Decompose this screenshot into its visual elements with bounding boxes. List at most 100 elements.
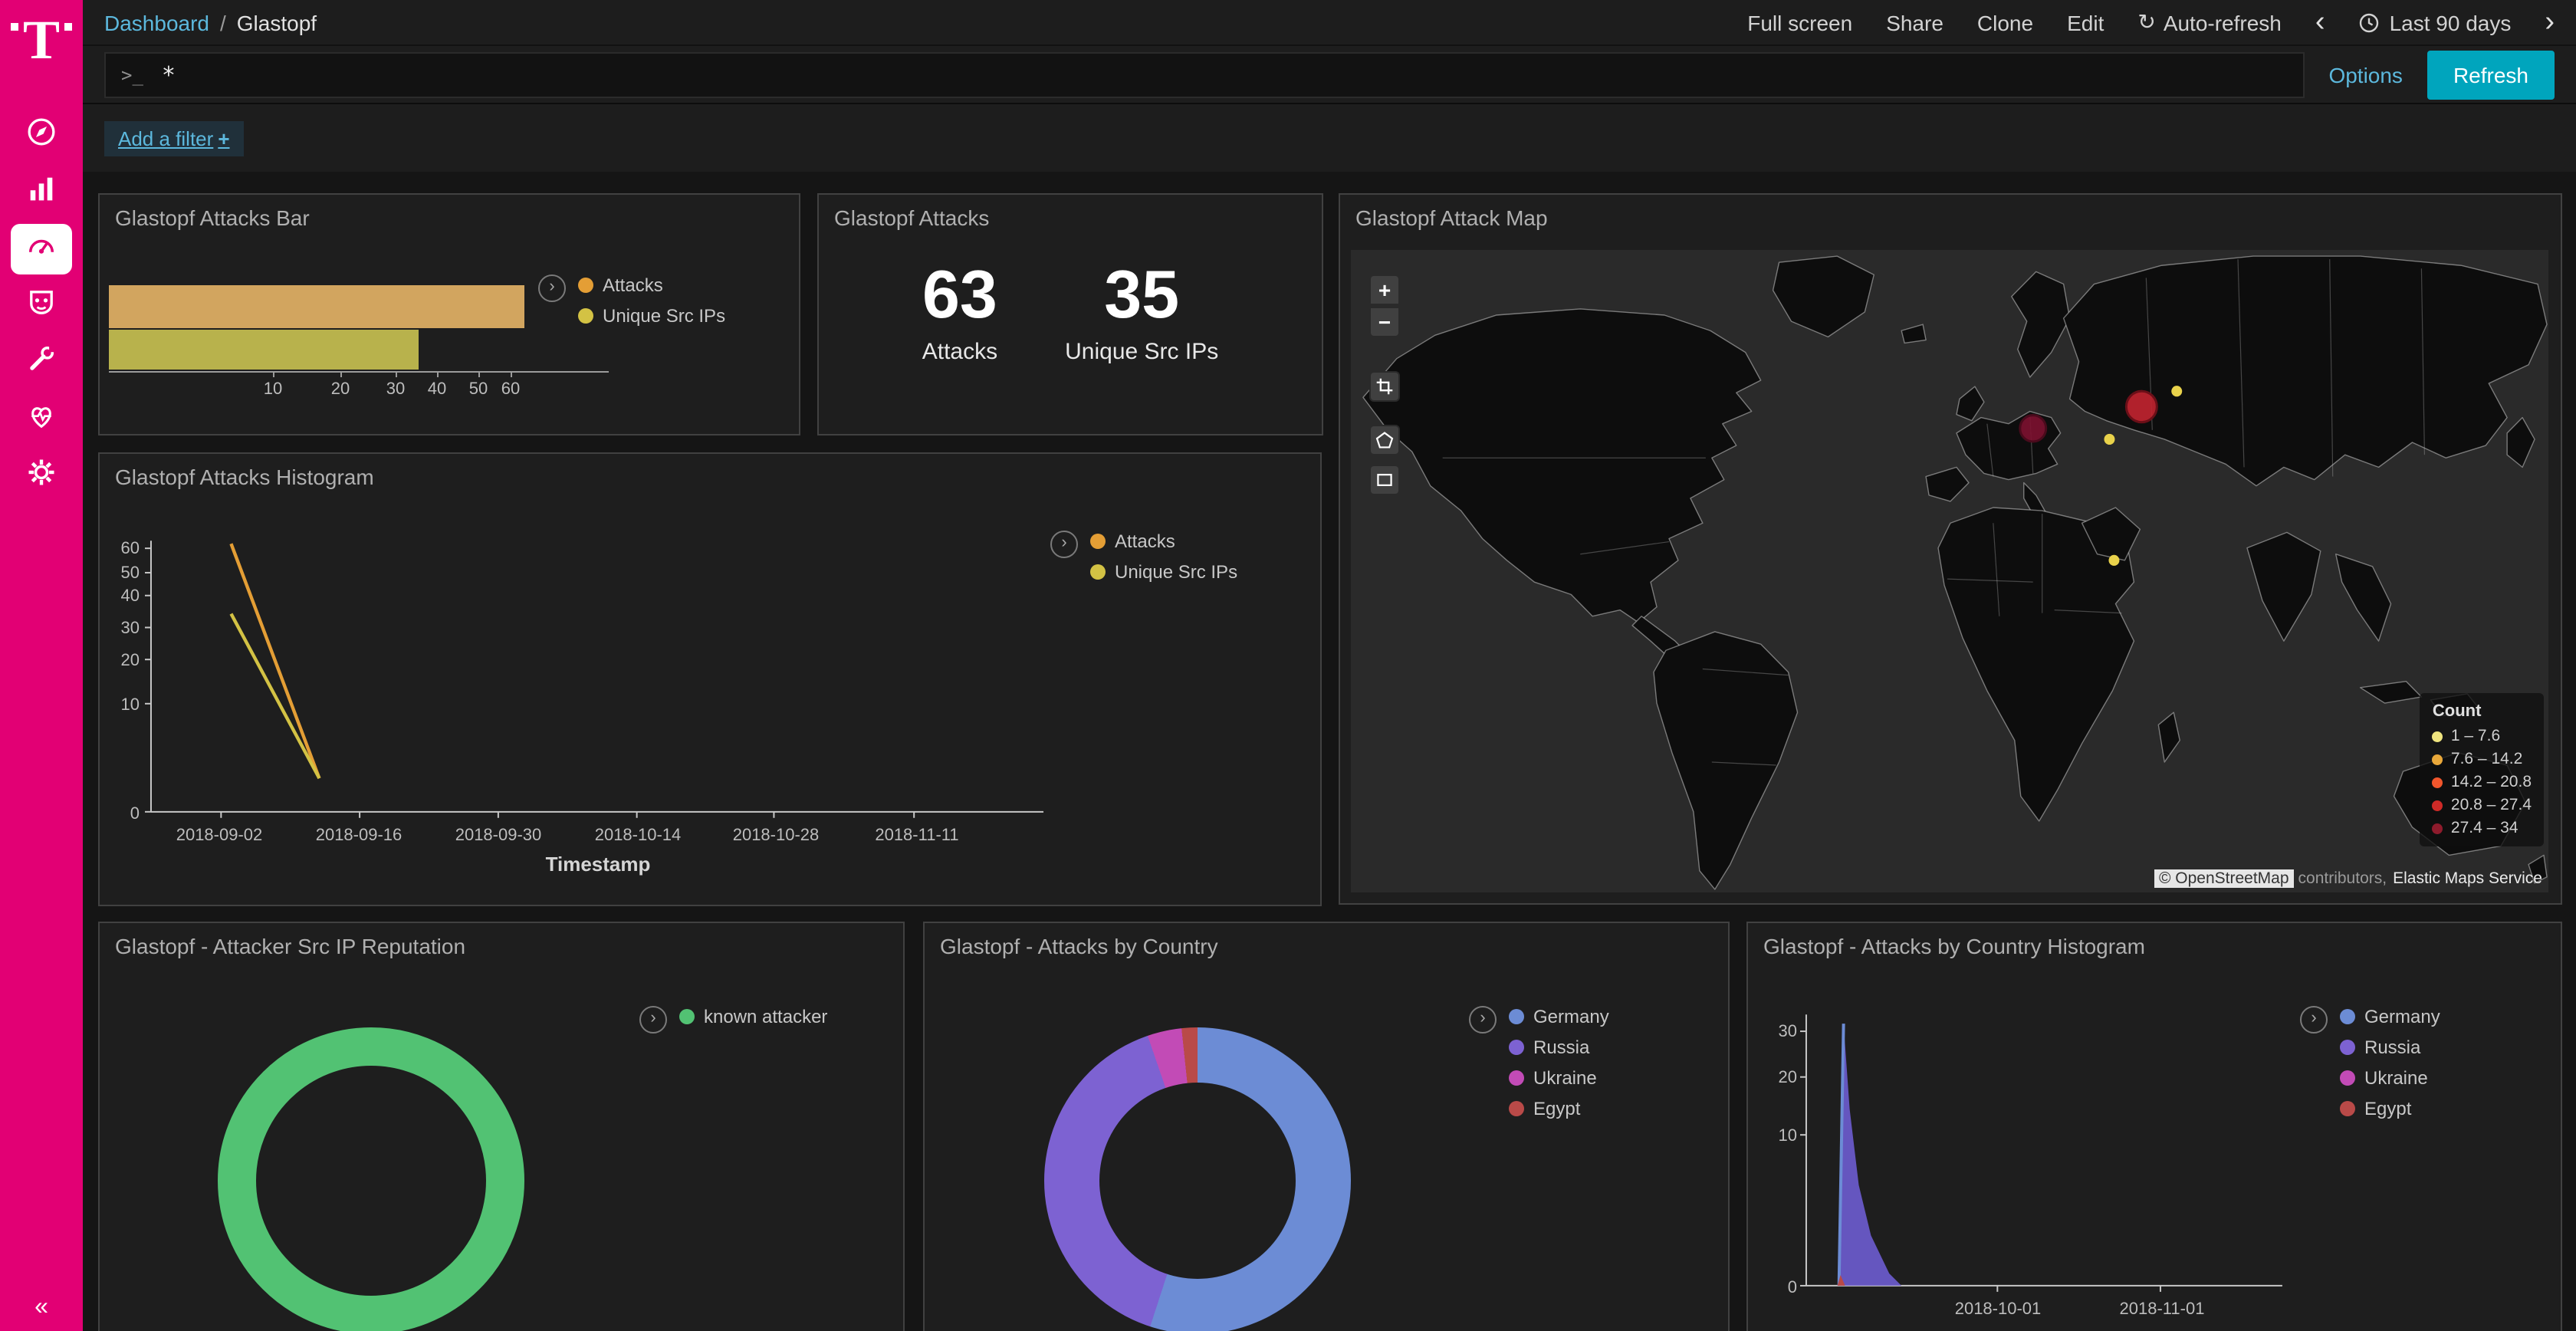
legend-item-ukraine[interactable]: Ukraine [2340, 1067, 2440, 1089]
sidebar-item-visualize[interactable] [11, 167, 72, 218]
telekom-logo[interactable]: T [11, 12, 72, 86]
panel-src-ip-reputation: Glastopf - Attacker Src IP Reputation › … [98, 922, 905, 1331]
breadcrumb-dashboard-link[interactable]: Dashboard [104, 10, 209, 35]
metric-label: Attacks [922, 339, 997, 365]
query-bar: >_ * Options Refresh [83, 46, 2576, 104]
crop-tool-button[interactable] [1369, 371, 1400, 402]
panel-title: Glastopf - Attacks by Country [925, 923, 1728, 969]
time-range-picker[interactable]: Last 90 days [2359, 10, 2512, 35]
x-tick-label: 2018-10-28 [715, 827, 837, 845]
sidebar-nav [11, 110, 72, 501]
share-button[interactable]: Share [1886, 10, 1944, 35]
legend-toggle-icon[interactable]: › [538, 274, 566, 302]
legend-dot [679, 1009, 695, 1024]
madagascar [2158, 712, 2180, 762]
query-prompt-icon: >_ [121, 64, 143, 85]
bar-attacks[interactable] [109, 285, 524, 328]
legend-toggle-icon[interactable]: › [639, 1006, 667, 1034]
logo-letter: T [23, 12, 60, 67]
legend-item-attacks[interactable]: Attacks [578, 274, 725, 296]
world-map[interactable]: + − Count 1 – 7.6 7.6 – 14 [1351, 250, 2548, 892]
time-forward-chevron-icon[interactable]: › [2545, 8, 2555, 37]
x-tick [511, 371, 512, 377]
clone-button[interactable]: Clone [1977, 10, 2033, 35]
x-tick-label: 2018-10-01 [1929, 1300, 2067, 1319]
panel-title: Glastopf Attack Map [1340, 195, 2561, 241]
x-tick-label: 60 [492, 380, 529, 399]
legend-dot [2340, 1101, 2355, 1116]
full-screen-button[interactable]: Full screen [1747, 10, 1852, 35]
legend-dot [2433, 731, 2443, 741]
legend-toggle-icon[interactable]: › [2300, 1006, 2328, 1034]
sidebar-collapse-icon[interactable]: « [0, 1294, 83, 1322]
wrench-icon [25, 342, 58, 383]
heartbeat-icon [25, 399, 58, 440]
legend-toggle-icon[interactable]: › [1050, 531, 1078, 558]
legend-item-germany[interactable]: Germany [2340, 1006, 2440, 1027]
sidebar-item-discover[interactable] [11, 110, 72, 161]
options-link[interactable]: Options [2328, 62, 2403, 87]
zoom-out-button[interactable]: − [1369, 307, 1400, 337]
x-tick-label: 2018-11-11 [856, 827, 978, 845]
legend-item-egypt[interactable]: Egypt [1509, 1098, 1609, 1119]
metric-value: 35 [1065, 262, 1218, 330]
british-isles [1957, 386, 1984, 421]
legend-item-known-attacker[interactable]: known attacker [679, 1006, 827, 1027]
sidebar-item-settings[interactable] [11, 451, 72, 501]
sidebar-item-dashboard[interactable] [11, 224, 72, 274]
time-back-chevron-icon[interactable]: ‹ [2315, 8, 2325, 37]
bar-unique-src-ips[interactable] [109, 330, 419, 370]
attack-marker[interactable] [2126, 391, 2157, 422]
legend-item-germany[interactable]: Germany [1509, 1006, 1609, 1027]
legend-item-unique-src-ips[interactable]: Unique Src IPs [1090, 561, 1237, 583]
series-line-unique-src-ips[interactable] [231, 614, 319, 779]
legend-dot [1509, 1101, 1524, 1116]
x-tick-label: 2018-10-14 [577, 827, 699, 845]
legend-item-russia[interactable]: Russia [1509, 1037, 1609, 1058]
bar-chart-icon [25, 172, 58, 213]
legend-dot [2433, 777, 2443, 787]
panel-attacks-histogram: Glastopf Attacks Histogram 60 50 40 30 2… [98, 452, 1322, 906]
donut-slice-known-attacker[interactable] [218, 1027, 524, 1331]
attack-marker[interactable] [2171, 386, 2182, 396]
x-tick [437, 371, 439, 377]
attack-marker[interactable] [2104, 434, 2114, 445]
edit-button[interactable]: Edit [2067, 10, 2104, 35]
sidebar-item-tpot[interactable] [11, 281, 72, 331]
logo-dot [11, 23, 18, 31]
area-russia[interactable] [1839, 1024, 1901, 1286]
series-line-attacks[interactable] [231, 544, 319, 778]
elastic-maps-attribution: Elastic Maps Service [2393, 869, 2542, 888]
add-filter-button[interactable]: Add a filter+ [104, 120, 244, 156]
legend-item-ukraine[interactable]: Ukraine [1509, 1067, 1609, 1089]
search-query-input[interactable]: >_ * [104, 51, 2304, 97]
panel-title: Glastopf Attacks Bar [100, 195, 799, 241]
attack-marker[interactable] [2108, 555, 2119, 566]
legend-item-egypt[interactable]: Egypt [2340, 1098, 2440, 1119]
legend-toggle-icon[interactable]: › [1469, 1006, 1497, 1034]
indonesia [2361, 682, 2422, 703]
legend-item-unique-src-ips[interactable]: Unique Src IPs [578, 305, 725, 327]
y-tick-label: 50 [103, 564, 140, 583]
legend-dot [2433, 823, 2443, 833]
panel-attacks-by-country: Glastopf - Attacks by Country › Germany … [923, 922, 1730, 1331]
polygon-tool-button[interactable] [1369, 425, 1400, 455]
x-tick-label: 20 [322, 380, 359, 399]
refresh-button[interactable]: Refresh [2427, 50, 2555, 99]
osm-attribution-link[interactable]: © OpenStreetMap [2154, 869, 2294, 888]
country-donut-chart[interactable] [1044, 1027, 1351, 1331]
legend-dot [1509, 1040, 1524, 1055]
attack-marker[interactable] [2020, 416, 2046, 442]
legend-item-russia[interactable]: Russia [2340, 1037, 2440, 1058]
rectangle-tool-button[interactable] [1369, 465, 1400, 495]
zoom-in-button[interactable]: + [1369, 274, 1400, 305]
legend-item-attacks[interactable]: Attacks [1090, 531, 1237, 552]
auto-refresh-button[interactable]: ↻ Auto-refresh [2137, 9, 2282, 35]
asia-russia [2064, 256, 2547, 486]
y-tick-label: 10 [103, 696, 140, 715]
x-tick-label: 2018-11-01 [2093, 1300, 2231, 1319]
sidebar-item-health[interactable] [11, 394, 72, 445]
x-tick-label: 10 [255, 380, 291, 399]
x-tick-label: 40 [419, 380, 455, 399]
sidebar-item-tools[interactable] [11, 337, 72, 388]
